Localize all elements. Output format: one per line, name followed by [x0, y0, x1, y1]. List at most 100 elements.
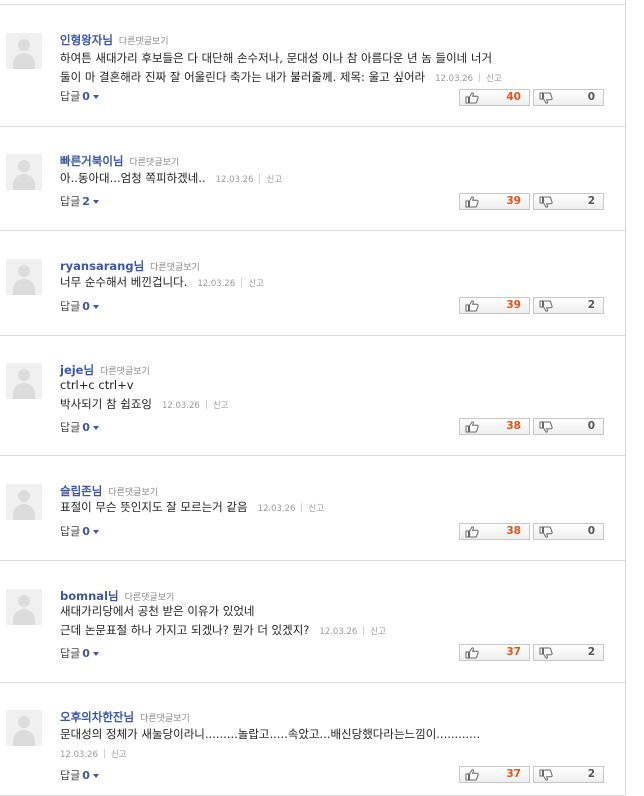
like-button[interactable]: 38 [459, 523, 530, 540]
dislike-count: 2 [587, 299, 595, 311]
comment-meta: 12.03.26 신고 [435, 73, 502, 84]
vote-box: 39 2 [459, 297, 604, 314]
reply-toggle[interactable]: 답글 0 [60, 419, 99, 435]
dislike-button[interactable]: 2 [533, 644, 604, 661]
other-comments-link[interactable]: 다른댓글보기 [108, 488, 158, 498]
like-button[interactable]: 40 [459, 89, 530, 106]
like-button[interactable]: 39 [459, 297, 530, 314]
comment-header: 오후의차한잔님 다른댓글보기 [60, 706, 190, 725]
thumb-down-icon [539, 647, 553, 659]
like-button[interactable]: 37 [459, 766, 530, 783]
comment-list-page: 인형왕자님 다른댓글보기 하여튼 새대가리 후보들은 다 대단해 손수저나, 문대성… [0, 0, 644, 796]
report-link[interactable]: 신고 [213, 401, 229, 411]
reply-label: 답글 [60, 195, 81, 208]
comment-item: 슬립존님 다른댓글보기 표절이 무슨 뜻인지도 잘 모르는거 같음 12.03.26 신… [0, 456, 625, 561]
reply-toggle[interactable]: 답글 0 [60, 523, 99, 539]
comment-item: jeje님 다른댓글보기 ctrl+c ctrl+v 박사되기 참 쉽죠잉 12.03.… [0, 335, 625, 456]
avatar [6, 259, 42, 295]
report-link[interactable]: 신고 [370, 627, 386, 637]
avatar [6, 154, 42, 190]
right-border [625, 0, 626, 795]
thumb-up-icon [465, 769, 479, 781]
thumb-up-icon [465, 92, 479, 104]
comment-line: 하여튼 새대가리 후보들은 다 대단해 손수저나, 문대성 이나 참 아름다운 … [60, 51, 493, 65]
other-comments-link[interactable]: 다른댓글보기 [119, 37, 169, 47]
author-link[interactable]: bomnal님 [60, 589, 119, 603]
report-link[interactable]: 신고 [248, 279, 264, 289]
reply-toggle[interactable]: 답글 0 [60, 298, 99, 314]
avatar [6, 33, 42, 69]
like-button[interactable]: 38 [459, 418, 530, 435]
reply-label: 답글 [60, 525, 81, 538]
comment-body: 표절이 무슨 뜻인지도 잘 모르는거 같음 12.03.26 신고 [60, 498, 324, 519]
vote-box: 40 0 [459, 89, 604, 106]
comment-item: 오후의차한잔님 다른댓글보기 문대성의 정체가 새눌당이라니.........놀랍고… [0, 682, 625, 796]
comment-meta: 12.03.26 신고 [60, 749, 127, 760]
other-comments-link[interactable]: 다른댓글보기 [129, 158, 179, 168]
like-button[interactable]: 37 [459, 644, 530, 661]
report-link[interactable]: 신고 [308, 504, 324, 514]
dislike-count: 0 [587, 525, 595, 537]
comment-date: 12.03.26 [435, 74, 473, 84]
report-link[interactable]: 신고 [486, 74, 502, 84]
author-link[interactable]: 슬립존님 [60, 484, 102, 498]
dislike-button[interactable]: 0 [533, 418, 604, 435]
like-count: 38 [506, 525, 521, 537]
caret-down-icon [92, 426, 99, 430]
comment-date: 12.03.26 [319, 627, 358, 637]
comment-meta: 12.03.26 신고 [216, 174, 282, 185]
comment-body: 새대가리당에서 공천 받은 이유가 있었네 근데 논문표절 하나 가지고 되겠나?… [60, 602, 386, 642]
comment-body: 너무 순수해서 베낀겁니다. 12.03.26 신고 [60, 273, 264, 294]
comment-item: ryansarang님 다른댓글보기 너무 순수해서 베낀겁니다. 12.03.26 신… [0, 231, 625, 336]
reply-count: 0 [82, 421, 90, 434]
dislike-button[interactable]: 2 [533, 766, 604, 783]
comment-date: 12.03.26 [161, 401, 200, 411]
caret-down-icon [92, 305, 99, 309]
reply-count: 0 [82, 769, 90, 782]
other-comments-link[interactable]: 다른댓글보기 [150, 263, 200, 273]
thumb-up-icon [465, 526, 479, 538]
other-comments-link[interactable]: 다른댓글보기 [140, 714, 190, 724]
reply-label: 답글 [60, 421, 81, 434]
caret-down-icon [92, 200, 99, 204]
reply-toggle[interactable]: 답글 0 [60, 645, 99, 661]
dislike-count: 2 [587, 646, 595, 658]
thumb-down-icon [539, 421, 553, 433]
author-link[interactable]: ryansarang님 [60, 259, 144, 273]
comment-line: 표절이 무슨 뜻인지도 잘 모르는거 같음 12.03.26 신고 [60, 500, 325, 514]
comment-line: 둘이 마 결혼해라 진짜 잘 어울린다 축가는 내가 불러줄께. 제목: 울고 … [60, 70, 502, 84]
reply-label: 답글 [60, 90, 81, 103]
reply-label: 답글 [60, 300, 81, 313]
author-link[interactable]: 오후의차한잔님 [60, 710, 134, 724]
vote-box: 38 0 [459, 418, 604, 435]
dislike-button[interactable]: 2 [533, 193, 604, 210]
dislike-button[interactable]: 0 [533, 89, 604, 106]
reply-label: 답글 [60, 647, 81, 660]
reply-toggle[interactable]: 답글 0 [60, 88, 99, 104]
dislike-button[interactable]: 2 [533, 297, 604, 314]
comment-meta: 12.03.26 신고 [161, 400, 229, 411]
report-link[interactable]: 신고 [266, 175, 282, 185]
comment-item: bomnal님 다른댓글보기 새대가리당에서 공천 받은 이유가 있었네 근데 논문표… [0, 561, 625, 683]
avatar [6, 589, 42, 625]
comment-body: 하여튼 새대가리 후보들은 다 대단해 손수저나, 문대성 이나 참 아름다운 … [60, 49, 502, 89]
vote-box: 37 2 [459, 766, 604, 783]
author-link[interactable]: 빠른거북이님 [60, 154, 123, 168]
report-link[interactable]: 신고 [111, 750, 127, 760]
avatar [6, 484, 42, 520]
reply-count: 0 [82, 525, 90, 538]
author-link[interactable]: 인형왕자님 [60, 33, 113, 47]
like-button[interactable]: 39 [459, 193, 530, 210]
thumb-up-icon [465, 421, 479, 433]
dislike-count: 0 [587, 420, 595, 432]
reply-toggle[interactable]: 답글 2 [60, 193, 99, 209]
dislike-button[interactable]: 0 [533, 523, 604, 540]
comment-date: 12.03.26 [257, 504, 296, 514]
reply-toggle[interactable]: 답글 0 [60, 767, 99, 783]
avatar [6, 710, 42, 746]
comment-meta-row: 12.03.26 신고 [50, 744, 480, 765]
author-link[interactable]: jeje님 [60, 363, 94, 377]
vote-box: 38 0 [459, 523, 604, 540]
comment-body: ctrl+c ctrl+v 박사되기 참 쉽죠잉 12.03.26 신고 [60, 376, 228, 416]
comment-meta: 12.03.26 신고 [257, 503, 324, 514]
